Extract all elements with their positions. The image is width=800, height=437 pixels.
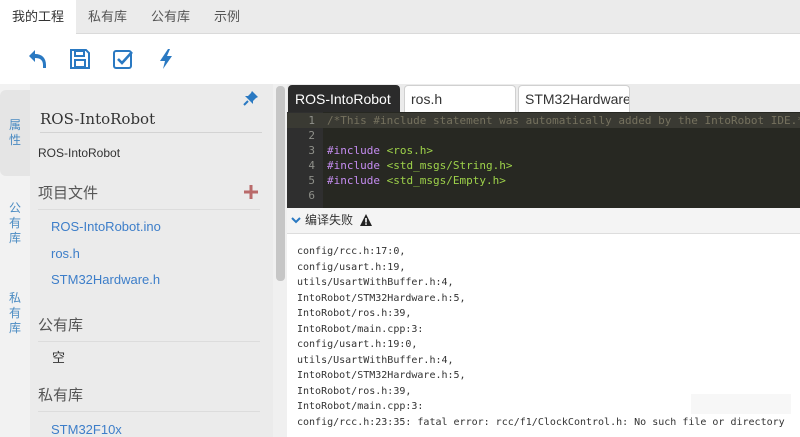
top-tab-bar: 我的工程 私有库 公有库 示例 <box>0 0 800 35</box>
compile-status: 编译失败 <box>305 213 354 227</box>
code-editor[interactable]: 1 /*This #include statement was automati… <box>287 112 800 208</box>
editor-tab-main[interactable]: ROS-IntoRobot <box>288 85 400 112</box>
undo-button[interactable] <box>24 46 50 72</box>
log-line: IntoRobot/ros.h:39, <box>297 308 412 319</box>
side-tab-private-library[interactable]: 私有库 <box>0 270 30 356</box>
flash-icon <box>160 49 172 69</box>
section-private-library: 私有库 <box>38 384 260 412</box>
file-item-ino[interactable]: ROS-IntoRobot.ino <box>51 219 161 234</box>
pin-icon[interactable] <box>243 90 259 106</box>
verify-icon <box>113 50 133 69</box>
code-line: 1 /*This #include statement was automati… <box>287 113 800 128</box>
private-library-item[interactable]: STM32F10x <box>51 422 122 437</box>
section-public-library: 公有库 <box>38 314 260 342</box>
add-file-icon[interactable] <box>243 184 259 200</box>
project-panel: ROS-IntoRobot ROS-IntoRobot 项目文件 ROS-Int… <box>30 84 273 437</box>
warning-icon <box>360 214 372 226</box>
tab-my-projects[interactable]: 我的工程 <box>0 0 77 35</box>
tab-examples[interactable]: 示例 <box>202 0 252 34</box>
verify-button[interactable] <box>110 46 136 72</box>
editor-tab-ros-h[interactable]: ros.h <box>404 85 516 112</box>
compile-output-header[interactable]: 编译失败 <box>287 208 800 234</box>
side-tab-bar: 属性 公有库 私有库 <box>0 84 30 437</box>
code-line: 2 <box>308 129 315 142</box>
chevron-down-icon[interactable] <box>290 214 302 226</box>
side-tab-public-library[interactable]: 公有库 <box>0 180 30 266</box>
log-line: IntoRobot/STM32Hardware.h:5, <box>297 292 466 304</box>
tab-public-library[interactable]: 公有库 <box>139 0 202 34</box>
log-line: utils/UsartWithBuffer.h:4, <box>297 354 454 366</box>
log-line: config/rcc.h:17:0, <box>297 246 406 257</box>
code-line: 6 <box>308 189 315 202</box>
save-icon <box>70 49 90 69</box>
side-tab-properties[interactable]: 属性 <box>0 90 30 176</box>
project-name: ROS-IntoRobot <box>40 110 262 133</box>
file-item-ros-h[interactable]: ros.h <box>51 246 80 261</box>
toolbar <box>0 35 800 83</box>
panel-scrollbar-thumb[interactable] <box>276 86 285 281</box>
flash-button[interactable] <box>153 46 179 72</box>
section-project-files: 项目文件 <box>38 182 260 210</box>
public-library-empty: 空 <box>52 350 66 365</box>
tab-private-library[interactable]: 私有库 <box>76 0 139 34</box>
log-line: config/usart.h:19:0, <box>297 339 418 350</box>
log-line: utils/UsartWithBuffer.h:4, <box>297 277 454 288</box>
editor-tab-bar: ROS-IntoRobot ros.h STM32Hardware.h <box>287 84 800 112</box>
log-line: IntoRobot/STM32Hardware.h:5, <box>297 370 466 381</box>
code-line: 3 #include <ros.h> <box>308 144 433 157</box>
project-subtitle: ROS-IntoRobot <box>38 146 121 160</box>
undo-icon <box>29 50 46 68</box>
editor-tab-stm32hardware-h[interactable]: STM32Hardware.h <box>518 85 630 112</box>
log-line: IntoRobot/main.cpp:3: <box>297 323 424 335</box>
file-item-stm32hardware-h[interactable]: STM32Hardware.h <box>51 272 160 287</box>
code-line: 5 #include <std_msgs/Empty.h> <box>308 174 506 187</box>
save-button[interactable] <box>67 46 93 72</box>
code-line: 4 #include <std_msgs/String.h> <box>308 159 513 172</box>
log-line: config/usart.h:19, <box>297 261 406 273</box>
watermark-logo <box>657 390 685 418</box>
